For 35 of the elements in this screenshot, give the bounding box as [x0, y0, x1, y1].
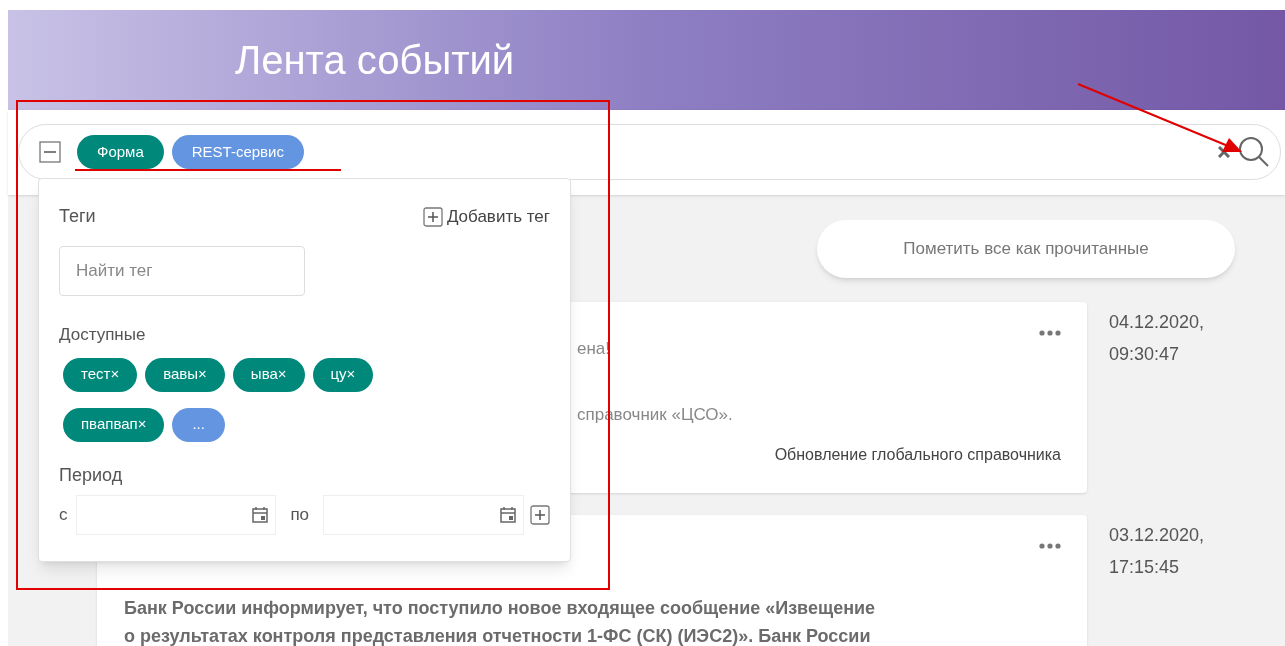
- more-tags-button[interactable]: ...: [172, 407, 225, 442]
- selected-tag[interactable]: REST-сервис: [171, 134, 304, 170]
- search-icon[interactable]: [1238, 136, 1270, 168]
- calendar-icon[interactable]: [251, 505, 270, 524]
- tag-chip[interactable]: пвапвап×: [63, 407, 165, 442]
- tags-label: Теги: [59, 205, 96, 228]
- event-text: ена!: [577, 338, 612, 360]
- add-icon[interactable]: [422, 206, 443, 227]
- from-label: с: [59, 503, 68, 526]
- page-title: Лента событий: [235, 40, 515, 80]
- event-date: 03.12.2020,: [1109, 524, 1205, 547]
- more-icon[interactable]: [1039, 330, 1061, 336]
- add-tag-link[interactable]: Добавить тег: [446, 203, 550, 230]
- event-category: Обновление глобального справочника: [773, 445, 1061, 465]
- event-time: 09:30:47: [1109, 343, 1181, 366]
- calendar-icon[interactable]: [499, 505, 517, 524]
- collapse-icon[interactable]: [39, 141, 61, 163]
- available-label: Доступные: [59, 324, 147, 346]
- tag-chip[interactable]: тест×: [63, 357, 138, 392]
- event-date: 04.12.2020,: [1109, 311, 1205, 334]
- period-label: Период: [59, 463, 124, 487]
- date-to-field[interactable]: [323, 494, 524, 535]
- add-period-icon[interactable]: [530, 504, 550, 525]
- tag-chip[interactable]: цу×: [312, 357, 374, 392]
- tag-search-field[interactable]: Найти тег: [59, 246, 305, 296]
- selected-tag[interactable]: Форма: [77, 134, 164, 170]
- date-from-field[interactable]: [75, 494, 277, 535]
- event-text: Банк России информирует, что поступило новое входящее сообщение «Извещение: [124, 597, 877, 619]
- tag-chip[interactable]: вавы×: [145, 357, 225, 392]
- to-label: по: [290, 503, 310, 526]
- more-icon[interactable]: [1039, 543, 1061, 549]
- mark-all-read-button[interactable]: Пометить все как прочитанные: [817, 220, 1235, 278]
- tag-chip[interactable]: ыва×: [232, 357, 305, 392]
- event-time: 17:15:45: [1109, 556, 1181, 579]
- event-text: о результатах контроля представления отчетности 1-ФС (СК) (ИЭС2)». Банк России: [124, 625, 872, 646]
